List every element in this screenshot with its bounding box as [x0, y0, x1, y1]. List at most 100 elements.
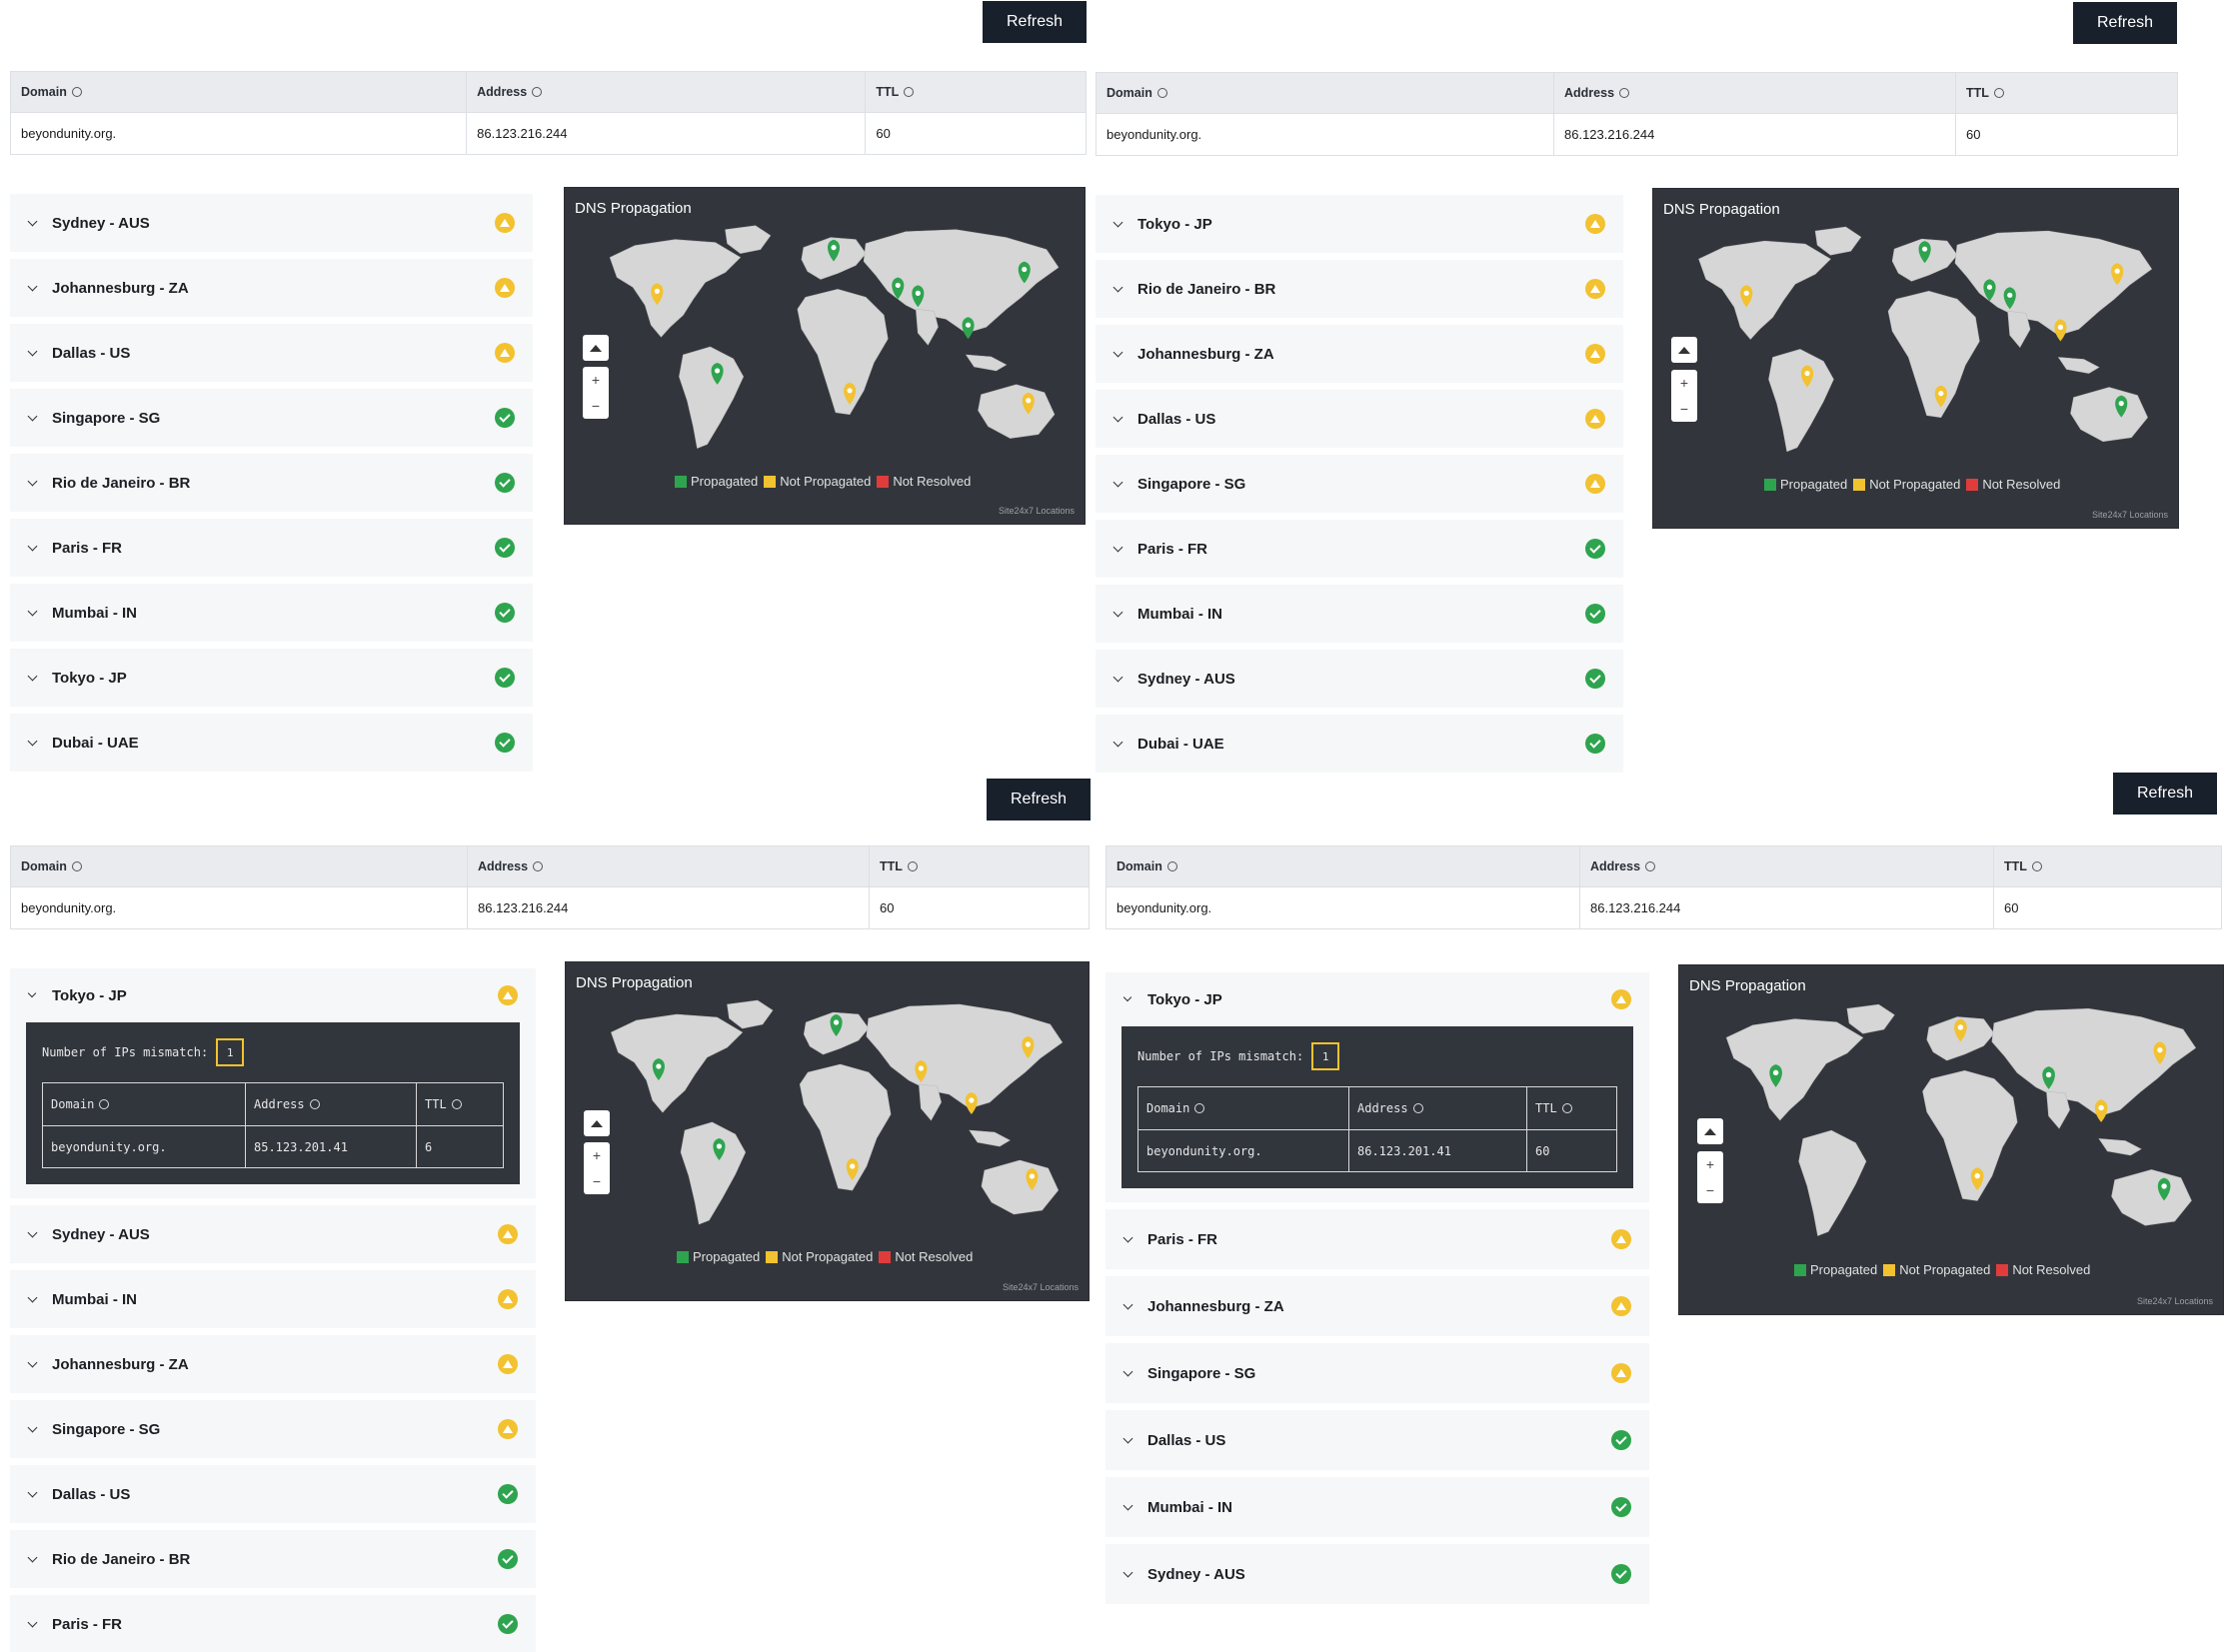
location-item[interactable]: Paris - FR [10, 519, 533, 577]
chevron-down-icon[interactable] [1112, 673, 1123, 685]
info-icon[interactable] [1993, 88, 2004, 98]
dns-propagation-map[interactable]: DNS Propagation + − Propagated Not Propagate… [564, 187, 1086, 525]
info-icon[interactable] [904, 87, 915, 97]
dns-propagation-map[interactable]: DNS Propagation + − Propagated Not Propagate… [1652, 188, 2179, 529]
map-marker[interactable] [2054, 319, 2067, 342]
location-item[interactable]: Sydney - AUS [10, 1205, 536, 1263]
chevron-down-icon[interactable] [26, 1358, 38, 1370]
info-icon[interactable] [451, 1099, 462, 1109]
zoom-out-button[interactable]: − [1706, 1182, 1714, 1198]
location-item[interactable]: Johannesburg - ZA [1106, 1276, 1649, 1336]
chevron-down-icon[interactable] [1121, 1233, 1133, 1245]
info-icon[interactable] [1561, 1103, 1572, 1113]
map-home-button[interactable] [584, 1110, 610, 1136]
zoom-in-button[interactable]: + [592, 372, 600, 388]
location-item[interactable]: Sydney - AUS [1096, 650, 1623, 708]
info-icon[interactable] [2031, 861, 2042, 871]
map-marker[interactable] [965, 1092, 978, 1114]
chevron-down-icon[interactable] [26, 412, 38, 424]
chevron-down-icon[interactable] [26, 988, 38, 1001]
location-item[interactable]: Mumbai - IN [1106, 1477, 1649, 1537]
location-item[interactable]: Dallas - US [1096, 390, 1623, 448]
chevron-down-icon[interactable] [26, 282, 38, 294]
info-icon[interactable] [71, 861, 82, 871]
location-item[interactable]: Sydney - AUS [1106, 1544, 1649, 1604]
info-icon[interactable] [1166, 861, 1177, 871]
chevron-down-icon[interactable] [1112, 478, 1123, 490]
chevron-down-icon[interactable] [26, 1228, 38, 1240]
location-item[interactable]: Dallas - US [10, 1465, 536, 1523]
info-icon[interactable] [71, 87, 82, 97]
location-item[interactable]: Tokyo - JP [10, 649, 533, 707]
chevron-down-icon[interactable] [26, 607, 38, 619]
chevron-down-icon[interactable] [26, 477, 38, 489]
location-item[interactable]: Johannesburg - ZA [10, 1335, 536, 1393]
map-marker[interactable] [962, 317, 975, 340]
chevron-down-icon[interactable] [1112, 283, 1123, 295]
chevron-down-icon[interactable] [1121, 992, 1133, 1005]
chevron-down-icon[interactable] [1112, 348, 1123, 360]
refresh-button[interactable]: Refresh [2073, 2, 2177, 44]
chevron-down-icon[interactable] [1112, 413, 1123, 425]
chevron-down-icon[interactable] [1112, 218, 1123, 230]
dns-propagation-map[interactable]: DNS Propagation + − Propagated Not Propagate… [1678, 964, 2224, 1315]
info-icon[interactable] [99, 1099, 110, 1109]
location-item[interactable]: Singapore - SG [10, 389, 533, 447]
info-icon[interactable] [907, 861, 918, 871]
location-item[interactable]: Paris - FR [1106, 1209, 1649, 1269]
refresh-button[interactable]: Refresh [987, 779, 1091, 821]
chevron-down-icon[interactable] [26, 1423, 38, 1435]
location-item[interactable]: Paris - FR [10, 1595, 536, 1652]
location-item[interactable]: Rio de Janeiro - BR [1096, 260, 1623, 318]
info-icon[interactable] [1412, 1103, 1423, 1113]
location-item[interactable]: Mumbai - IN [10, 584, 533, 642]
location-item[interactable]: Paris - FR [1096, 520, 1623, 578]
zoom-out-button[interactable]: − [592, 398, 600, 414]
location-item[interactable]: Singapore - SG [1096, 455, 1623, 513]
info-icon[interactable] [1619, 88, 1630, 98]
zoom-in-button[interactable]: + [1706, 1156, 1714, 1172]
map-home-button[interactable] [1671, 337, 1697, 363]
location-item[interactable]: Tokyo - JP [1096, 195, 1623, 253]
chevron-down-icon[interactable] [1121, 1434, 1133, 1446]
chevron-down-icon[interactable] [26, 542, 38, 554]
zoom-out-button[interactable]: − [593, 1173, 601, 1189]
chevron-down-icon[interactable] [26, 1488, 38, 1500]
location-header[interactable]: Tokyo - JP [1106, 972, 1649, 1026]
chevron-down-icon[interactable] [26, 347, 38, 359]
map-marker[interactable] [2094, 1099, 2108, 1122]
info-icon[interactable] [1645, 861, 1656, 871]
zoom-in-button[interactable]: + [593, 1147, 601, 1163]
info-icon[interactable] [1194, 1103, 1205, 1113]
map-home-button[interactable] [583, 335, 609, 361]
location-item[interactable]: Johannesburg - ZA [10, 259, 533, 317]
refresh-button[interactable]: Refresh [2113, 773, 2217, 815]
location-item-expanded[interactable]: Tokyo - JP Number of IPs mismatch: 1 Domain… [1106, 972, 1649, 1202]
location-item[interactable]: Dallas - US [1106, 1410, 1649, 1470]
location-item[interactable]: Mumbai - IN [1096, 585, 1623, 643]
dns-propagation-map[interactable]: DNS Propagation + − Propagated Not Propagate… [565, 961, 1090, 1301]
map-home-button[interactable] [1697, 1118, 1723, 1144]
chevron-down-icon[interactable] [26, 217, 38, 229]
location-header[interactable]: Tokyo - JP [10, 968, 536, 1022]
info-icon[interactable] [309, 1099, 320, 1109]
location-item[interactable]: Dallas - US [10, 324, 533, 382]
zoom-in-button[interactable]: + [1680, 375, 1688, 391]
chevron-down-icon[interactable] [1112, 543, 1123, 555]
location-item[interactable]: Singapore - SG [10, 1400, 536, 1458]
chevron-down-icon[interactable] [1121, 1568, 1133, 1580]
refresh-button[interactable]: Refresh [983, 1, 1087, 43]
chevron-down-icon[interactable] [1121, 1501, 1133, 1513]
info-icon[interactable] [1156, 88, 1167, 98]
info-icon[interactable] [533, 861, 544, 871]
location-item[interactable]: Dubai - UAE [1096, 715, 1623, 773]
chevron-down-icon[interactable] [26, 737, 38, 749]
chevron-down-icon[interactable] [26, 1293, 38, 1305]
location-item[interactable]: Mumbai - IN [10, 1270, 536, 1328]
zoom-out-button[interactable]: − [1680, 401, 1688, 417]
chevron-down-icon[interactable] [1121, 1300, 1133, 1312]
location-item[interactable]: Singapore - SG [1106, 1343, 1649, 1403]
chevron-down-icon[interactable] [26, 1553, 38, 1565]
chevron-down-icon[interactable] [1112, 738, 1123, 750]
chevron-down-icon[interactable] [26, 672, 38, 684]
